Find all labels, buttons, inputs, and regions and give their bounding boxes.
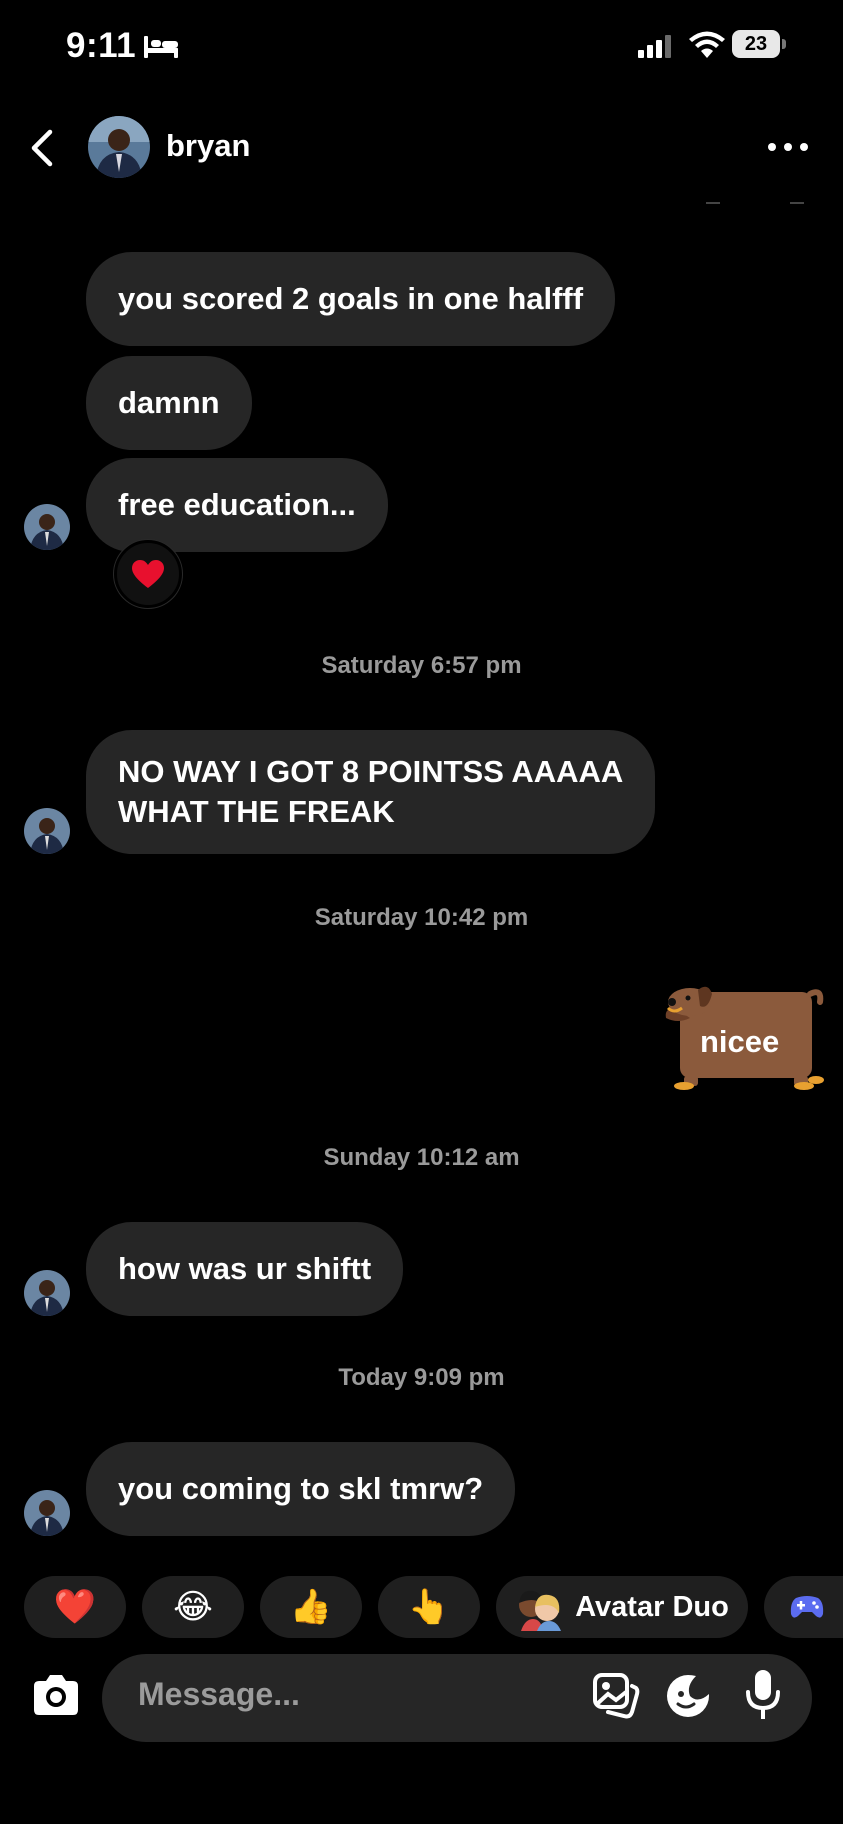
gallery-icon[interactable] (592, 1672, 640, 1720)
quick-reaction-heart[interactable]: ❤️ (24, 1576, 126, 1638)
laughing-emoji-icon: 😂 (173, 1588, 213, 1626)
timestamp: Saturday 6:57 pm (321, 652, 522, 679)
quick-reaction-laugh[interactable]: 😂 (142, 1576, 244, 1638)
sender-avatar[interactable] (24, 504, 70, 550)
heart-reaction[interactable] (114, 540, 182, 608)
avatar-duo-label: Avatar Duo (575, 1590, 729, 1623)
message-text: how was ur shiftt (118, 1251, 372, 1286)
quick-reaction-thumbs-up[interactable]: 👍 (260, 1576, 362, 1638)
received-message[interactable]: NO WAY I GOT 8 POINTSS AAAAA WHAT THE FR… (86, 730, 656, 854)
sticker-text: nicee (700, 1024, 780, 1059)
game-controller-icon (790, 1596, 824, 1618)
received-message[interactable]: you scored 2 goals in one halfff (86, 252, 616, 346)
battery-percent: 23 (744, 33, 768, 55)
sleep-focus-icon (144, 36, 178, 58)
contact-avatar[interactable] (88, 116, 150, 178)
sender-avatar[interactable] (24, 1490, 70, 1536)
message-text-line: WHAT THE FREAK (118, 794, 395, 829)
sender-avatar[interactable] (24, 808, 70, 854)
camera-icon[interactable] (28, 1668, 84, 1724)
avatar-duo-icon (519, 1590, 562, 1631)
message-text: damnn (118, 385, 220, 420)
microphone-icon[interactable] (744, 1668, 782, 1722)
message-text: you coming to skl tmrw? (118, 1471, 484, 1506)
thumbs-up-emoji-icon: 👍 (289, 1588, 333, 1626)
status-time: 9:11 (66, 26, 137, 65)
timestamp: Saturday 10:42 pm (314, 904, 529, 931)
wifi-icon (689, 31, 725, 58)
message-text: free education... (118, 487, 356, 522)
heart-icon (132, 560, 164, 588)
sender-avatar[interactable] (24, 1270, 70, 1316)
quick-reaction-point-up[interactable]: 👆 (378, 1576, 480, 1638)
pointing-up-emoji-icon: 👆 (407, 1588, 451, 1626)
message-input-placeholder: Message... (138, 1676, 300, 1712)
sticker-icon[interactable] (664, 1672, 712, 1720)
heart-emoji-icon: ❤️ (53, 1588, 97, 1626)
games-button[interactable] (764, 1576, 843, 1638)
received-message[interactable]: you coming to skl tmrw? (86, 1442, 516, 1536)
cellular-signal-icon (638, 35, 671, 58)
received-message[interactable]: damnn (86, 356, 252, 450)
timestamp: Sunday 10:12 am (323, 1144, 520, 1171)
received-message[interactable]: free education... (86, 458, 388, 552)
more-options-icon[interactable] (766, 138, 810, 156)
received-message[interactable]: how was ur shiftt (86, 1222, 404, 1316)
header-divider (706, 202, 804, 204)
contact-name[interactable]: bryan (166, 128, 250, 164)
message-text: you scored 2 goals in one halfff (118, 281, 584, 316)
timestamp: Today 9:09 pm (338, 1364, 505, 1391)
back-icon[interactable] (24, 126, 64, 170)
battery-indicator: 23 (732, 30, 786, 58)
avatar-duo-button[interactable]: Avatar Duo (496, 1576, 748, 1638)
message-text-line: NO WAY I GOT 8 POINTSS AAAAA (118, 754, 624, 789)
